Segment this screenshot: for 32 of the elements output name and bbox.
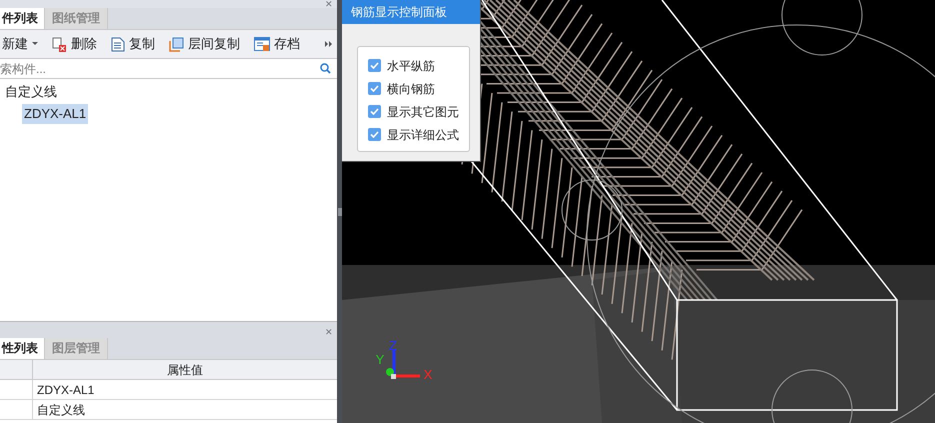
checkbox[interactable] <box>368 59 381 72</box>
checkbox[interactable] <box>368 128 381 141</box>
table-cell-text: 自定义线 <box>36 402 86 419</box>
toolbar-button[interactable]: 存档 <box>254 34 300 54</box>
caret-icon[interactable] <box>32 42 38 46</box>
toolbar-button[interactable]: 层间复制 <box>169 34 240 54</box>
delete-document-icon <box>52 36 67 52</box>
option-checkbox[interactable]: 显示详细公式 <box>368 126 469 143</box>
option-checkbox[interactable]: 横向钢筋 <box>368 80 469 97</box>
tree-item[interactable]: ZDYX-AL1 <box>22 104 88 124</box>
table-cell-text: ZDYX-AL1 <box>36 382 96 399</box>
panel-tab[interactable]: 性列表 <box>0 338 45 359</box>
collapse-handle-icon[interactable] <box>338 208 342 216</box>
tree-item[interactable]: 自定义线 <box>3 82 59 102</box>
checkbox[interactable] <box>368 82 381 95</box>
panel-tab[interactable]: 件列表 <box>0 8 45 29</box>
save-window-icon <box>254 36 270 52</box>
checkbox[interactable] <box>368 105 381 118</box>
document-icon <box>111 36 125 52</box>
axis-label: Z <box>389 338 397 353</box>
option-checkbox[interactable]: 显示其它图元 <box>368 103 469 120</box>
column-header: 属性值 <box>166 362 204 379</box>
axis-label: X <box>424 367 432 382</box>
toolbar-button[interactable]: 删除 <box>52 34 97 54</box>
toolbar-button[interactable]: 复制 <box>111 34 155 54</box>
layered-copy-icon <box>169 36 184 52</box>
overflow-arrows-icon[interactable] <box>325 41 333 47</box>
axis-label: Y <box>376 352 384 367</box>
panel-title: 钢筋显示控制面板 <box>342 0 480 24</box>
option-checkbox[interactable]: 水平纵筋 <box>368 57 469 74</box>
search-icon[interactable] <box>320 63 331 74</box>
toolbar-button[interactable]: 新建 <box>2 34 38 54</box>
